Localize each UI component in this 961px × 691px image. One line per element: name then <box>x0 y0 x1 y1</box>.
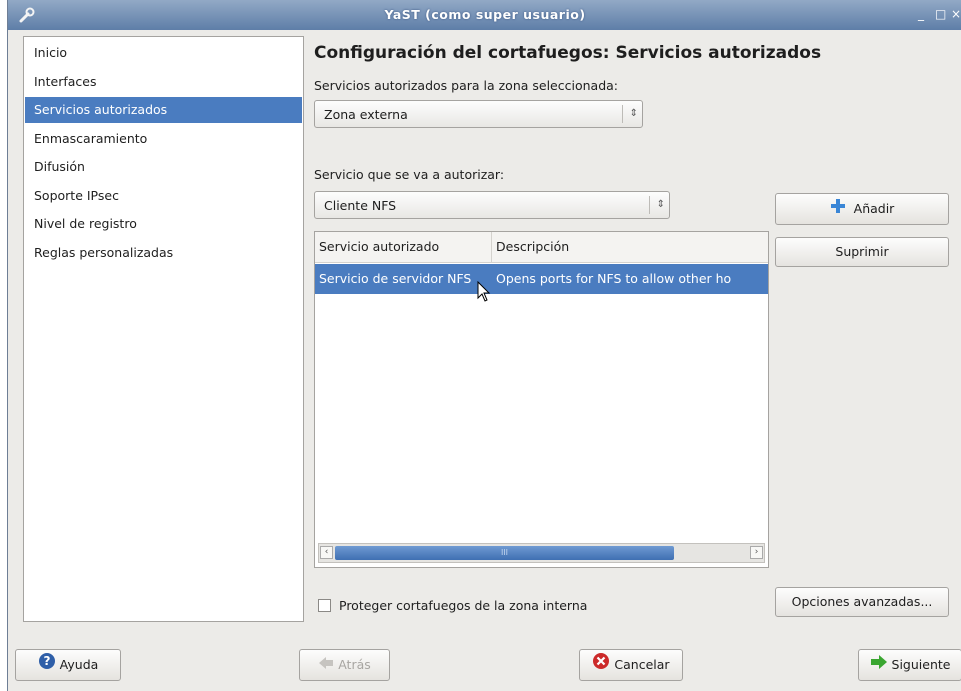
service-select[interactable]: Cliente NFS ⇕ <box>314 191 670 219</box>
horizontal-scrollbar[interactable]: ‹ III › <box>318 543 765 563</box>
table-row[interactable]: Servicio de servidor NFS Opens ports for… <box>315 264 768 294</box>
minimize-icon[interactable]: _ <box>918 7 924 21</box>
column-header-service[interactable]: Servicio autorizado <box>315 232 492 262</box>
service-select-value: Cliente NFS <box>324 198 397 213</box>
column-header-description[interactable]: Descripción <box>492 232 768 262</box>
add-button-label: Añadir <box>853 201 895 216</box>
scrollbar-thumb[interactable]: III <box>335 546 674 560</box>
zone-label: Servicios autorizados para la zona selec… <box>314 78 619 93</box>
cancel-button[interactable]: Cancelar <box>579 649 683 681</box>
back-button[interactable]: Atrás <box>299 649 390 681</box>
mouse-cursor-icon <box>477 280 491 303</box>
page-title: Configuración del cortafuegos: Servicios… <box>314 43 822 63</box>
nav-item-difusion[interactable]: Difusión <box>25 154 302 180</box>
service-label: Servicio que se va a autorizar: <box>314 167 505 182</box>
next-arrow-icon <box>870 651 888 681</box>
cell-description: Opens ports for NFS to allow other ho <box>496 271 732 286</box>
protect-internal-zone-label[interactable]: Proteger cortafuegos de la zona interna <box>339 598 587 613</box>
help-icon: ? <box>38 651 56 681</box>
close-icon[interactable]: × <box>951 7 961 21</box>
window-title: YaST (como super usuario) <box>384 7 586 22</box>
maximize-icon[interactable]: □ <box>935 7 946 21</box>
nav-item-servicios-autorizados[interactable]: Servicios autorizados <box>25 97 302 123</box>
cancel-icon <box>592 651 610 681</box>
svg-text:?: ? <box>43 654 50 668</box>
yast-window: YaST (como super usuario) _ □ × Inicio I… <box>7 0 961 691</box>
advanced-options-button[interactable]: Opciones avanzadas... <box>775 587 949 617</box>
plus-icon <box>830 195 846 225</box>
nav-item-soporte-ipsec[interactable]: Soporte IPsec <box>25 183 302 209</box>
nav-item-interfaces[interactable]: Interfaces <box>25 69 302 95</box>
updown-arrow-icon: ⇕ <box>622 105 638 123</box>
remove-button[interactable]: Suprimir <box>775 237 949 267</box>
scrollbar-grip: III <box>500 548 509 557</box>
next-button[interactable]: Siguiente <box>858 649 961 681</box>
navigation-list[interactable]: Inicio Interfaces Servicios autorizados … <box>23 36 304 622</box>
title-bar[interactable]: YaST (como super usuario) _ □ × <box>8 0 961 30</box>
updown-arrow-icon: ⇕ <box>649 196 665 214</box>
next-button-label: Siguiente <box>891 657 951 672</box>
help-button-label: Ayuda <box>59 657 99 672</box>
protect-internal-zone-checkbox[interactable] <box>318 599 331 612</box>
zone-select-value: Zona externa <box>324 107 408 122</box>
nav-item-enmascaramiento[interactable]: Enmascaramiento <box>25 126 302 152</box>
table-header: Servicio autorizado Descripción <box>315 232 768 263</box>
back-button-label: Atrás <box>338 657 371 672</box>
nav-item-inicio[interactable]: Inicio <box>25 40 302 66</box>
help-button[interactable]: ? Ayuda <box>15 649 121 681</box>
zone-select[interactable]: Zona externa ⇕ <box>314 100 643 128</box>
scroll-right-icon[interactable]: › <box>750 546 763 559</box>
scroll-left-icon[interactable]: ‹ <box>320 546 333 559</box>
nav-item-nivel-de-registro[interactable]: Nivel de registro <box>25 211 302 237</box>
cell-service: Servicio de servidor NFS <box>319 271 472 286</box>
cancel-button-label: Cancelar <box>614 657 670 672</box>
authorized-services-table[interactable]: Servicio autorizado Descripción Servicio… <box>314 231 769 568</box>
add-button[interactable]: Añadir <box>775 193 949 225</box>
back-arrow-icon <box>318 651 334 681</box>
nav-item-reglas-personalizadas[interactable]: Reglas personalizadas <box>25 240 302 266</box>
